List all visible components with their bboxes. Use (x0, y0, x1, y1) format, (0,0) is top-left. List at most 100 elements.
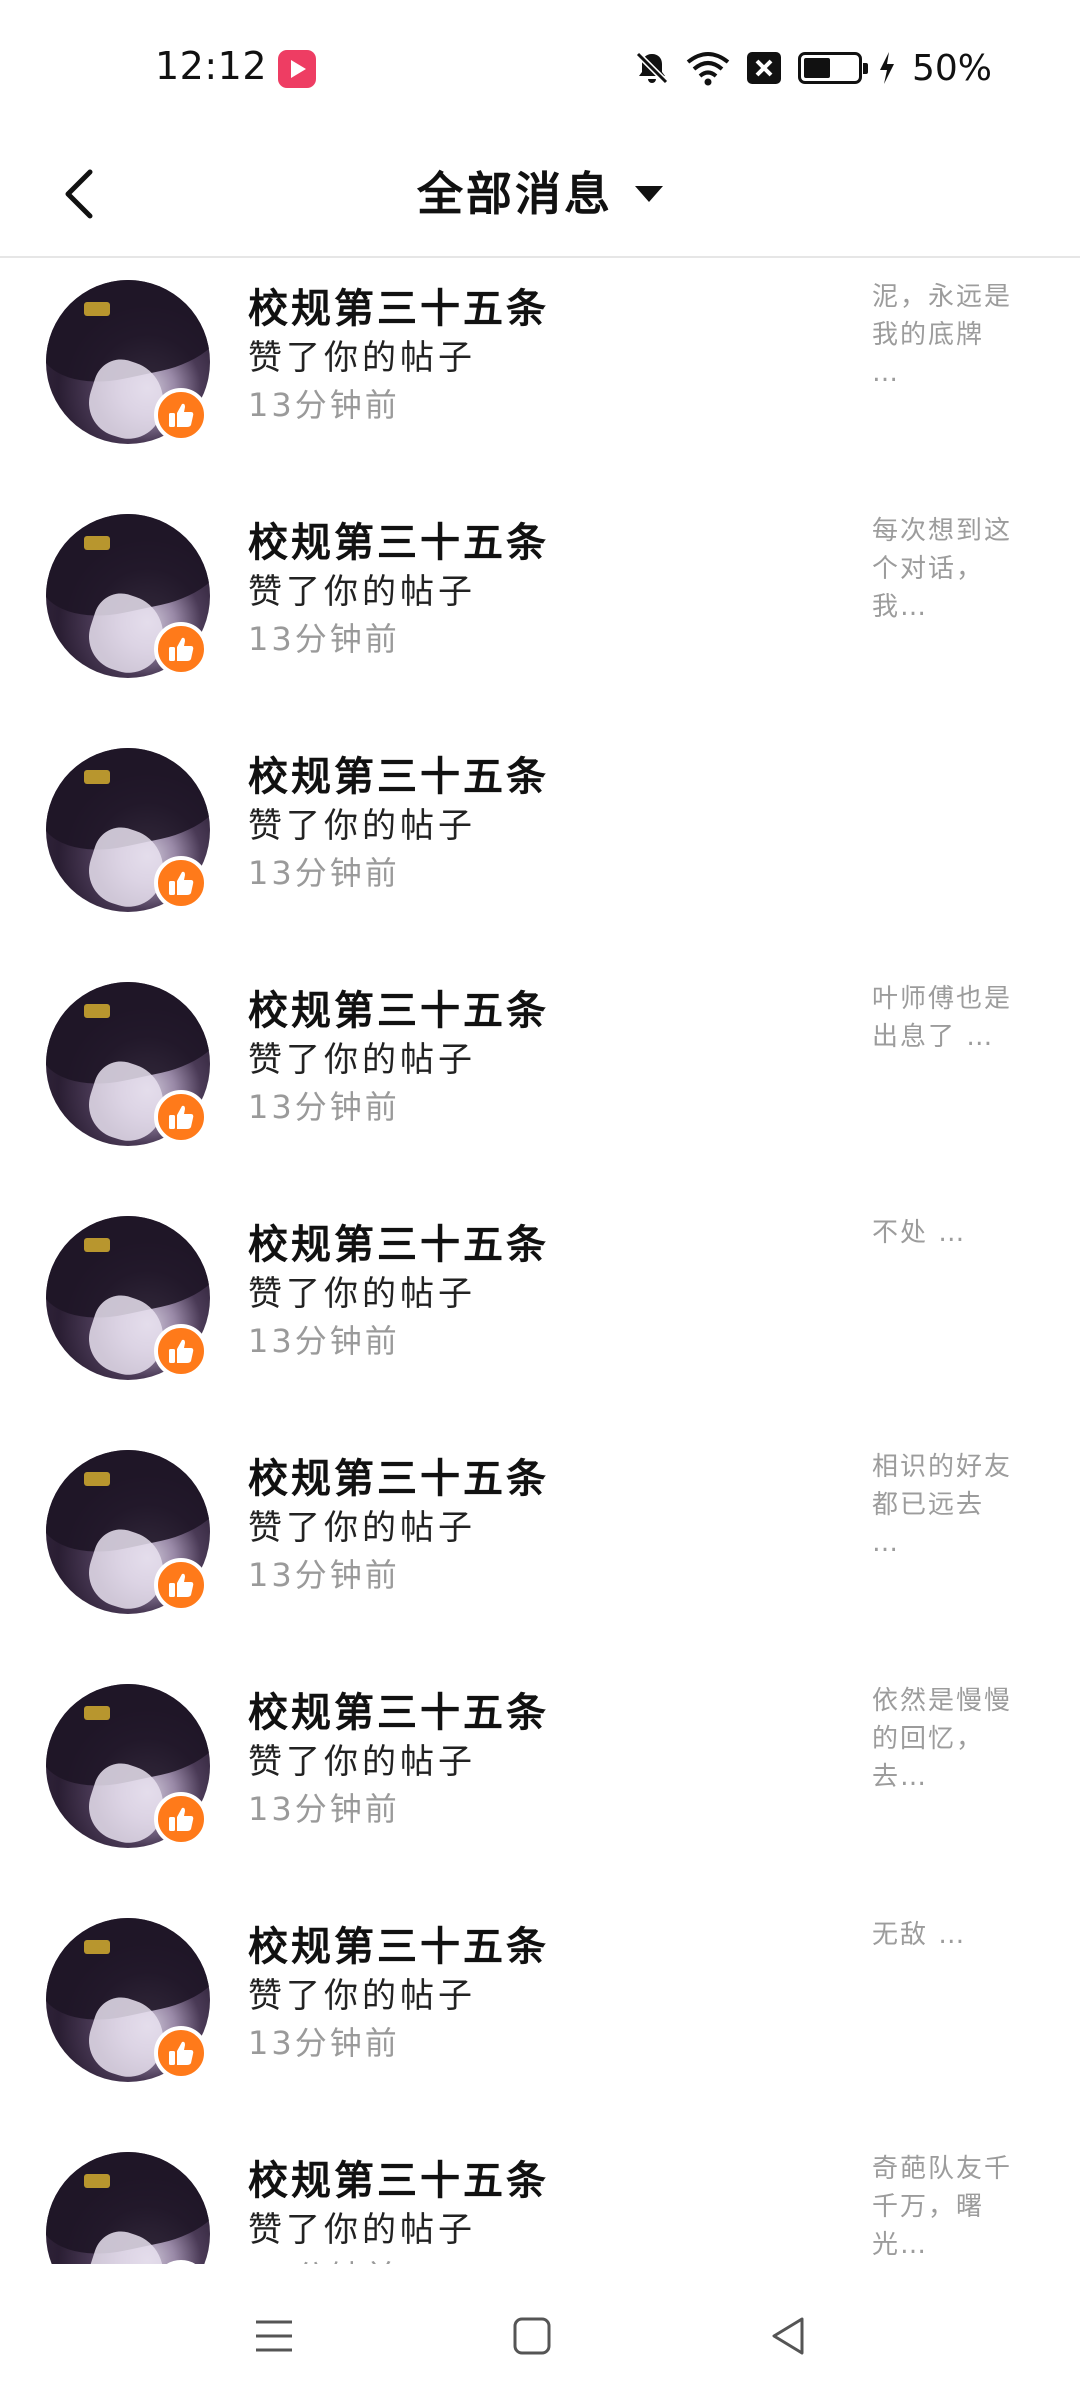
battery-icon (797, 52, 868, 84)
avatar-art (84, 1472, 110, 1486)
home-square-icon (513, 2317, 551, 2355)
avatar-art (84, 302, 110, 316)
thumbs-up-icon (169, 871, 194, 895)
avatar-art (84, 536, 110, 550)
timestamp: 13分钟前 (248, 1790, 400, 1828)
like-badge (154, 622, 208, 676)
status-time: 12:12 (155, 44, 268, 88)
wifi-icon (686, 52, 730, 86)
notification-list[interactable]: 校规第三十五条 赞了你的帖子 13分钟前 泥，永远是我的底牌 … 校规第三十五条… (0, 258, 1080, 2264)
avatar-button[interactable] (46, 1450, 210, 1614)
like-badge (154, 388, 208, 442)
post-preview[interactable]: 叶师傅也是出息了 … (872, 980, 1022, 1056)
screen: 12:12 50% 全部消息 校规第三十五条 赞了你的帖子 13分钟前 泥，永远… (0, 0, 1080, 2400)
thumbs-up-icon (169, 1339, 194, 1363)
like-badge (154, 1792, 208, 1846)
back-triangle-icon (772, 2317, 804, 2355)
action-text: 赞了你的帖子 (248, 1274, 476, 1314)
avatar-art (84, 1940, 110, 1954)
avatar-art (84, 1706, 110, 1720)
notification-item[interactable]: 校规第三十五条 赞了你的帖子 13分钟前 依然是慢慢的回忆，去… (0, 1662, 1080, 1896)
avatar-button[interactable] (46, 1684, 210, 1848)
timestamp: 13分钟前 (248, 1556, 400, 1594)
notification-item[interactable]: 校规第三十五条 赞了你的帖子 13分钟前 叶师傅也是出息了 … (0, 960, 1080, 1194)
post-preview[interactable]: 泥，永远是我的底牌 … (872, 278, 1022, 392)
menu-button[interactable] (234, 2296, 314, 2376)
avatar-button[interactable] (46, 514, 210, 678)
back-nav-button[interactable] (748, 2296, 828, 2376)
notification-item[interactable]: 校规第三十五条 赞了你的帖子 13分钟前 (0, 726, 1080, 960)
action-text: 赞了你的帖子 (248, 806, 476, 846)
avatar-button[interactable] (46, 748, 210, 912)
avatar-button[interactable] (46, 982, 210, 1146)
post-preview[interactable]: 不处 … (872, 1214, 1022, 1252)
like-badge (154, 856, 208, 910)
timestamp: 13分钟前 (248, 386, 400, 424)
video-app-icon (278, 50, 316, 88)
notification-item[interactable]: 校规第三十五条 赞了你的帖子 13分钟前 奇葩队友千千万，曙光… (0, 2130, 1080, 2264)
action-text: 赞了你的帖子 (248, 1976, 476, 2016)
user-name[interactable]: 校规第三十五条 (248, 1446, 549, 1504)
thumbs-up-icon (169, 1807, 194, 1831)
user-name[interactable]: 校规第三十五条 (248, 1212, 549, 1270)
avatar-button[interactable] (46, 1918, 210, 2082)
thumbs-up-icon (169, 2041, 194, 2065)
notification-item[interactable]: 校规第三十五条 赞了你的帖子 13分钟前 无敌 … (0, 1896, 1080, 2130)
charging-icon (879, 52, 894, 84)
avatar-button[interactable] (46, 280, 210, 444)
like-badge (154, 1090, 208, 1144)
timestamp: 13分钟前 (248, 1088, 400, 1126)
user-name[interactable]: 校规第三十五条 (248, 978, 549, 1036)
timestamp: 13分钟前 (248, 2024, 400, 2062)
thumbs-up-icon (169, 637, 194, 661)
notification-item[interactable]: 校规第三十五条 赞了你的帖子 13分钟前 泥，永远是我的底牌 … (0, 258, 1080, 492)
notification-item[interactable]: 校规第三十五条 赞了你的帖子 13分钟前 相识的好友都已远去 … (0, 1428, 1080, 1662)
action-text: 赞了你的帖子 (248, 1742, 476, 1782)
action-text: 赞了你的帖子 (248, 1040, 476, 1080)
user-name[interactable]: 校规第三十五条 (248, 1680, 549, 1738)
like-badge (154, 2026, 208, 2080)
avatar-art (84, 770, 110, 784)
action-text: 赞了你的帖子 (248, 2210, 476, 2250)
caret-down-icon (635, 186, 663, 202)
message-filter-dropdown[interactable]: 全部消息 (0, 158, 1080, 224)
user-name[interactable]: 校规第三十五条 (248, 1914, 549, 1972)
header: 全部消息 (0, 130, 1080, 258)
user-name[interactable]: 校规第三十五条 (248, 2148, 549, 2206)
post-preview[interactable]: 依然是慢慢的回忆，去… (872, 1682, 1022, 1796)
notification-item[interactable]: 校规第三十五条 赞了你的帖子 13分钟前 每次想到这个对话，我… (0, 492, 1080, 726)
action-text: 赞了你的帖子 (248, 338, 476, 378)
avatar-art (84, 1238, 110, 1252)
home-button[interactable] (492, 2296, 572, 2376)
like-badge (154, 1558, 208, 1612)
battery-percent: 50% (911, 47, 992, 89)
x-box-icon (746, 52, 781, 84)
post-preview[interactable]: 相识的好友都已远去 … (872, 1448, 1022, 1562)
post-preview[interactable]: 每次想到这个对话，我… (872, 512, 1022, 626)
timestamp: 13分钟前 (248, 854, 400, 892)
user-name[interactable]: 校规第三十五条 (248, 510, 549, 568)
thumbs-up-icon (169, 403, 194, 427)
avatar-button[interactable] (46, 2152, 210, 2264)
user-name[interactable]: 校规第三十五条 (248, 744, 549, 802)
user-name[interactable]: 校规第三十五条 (248, 276, 549, 334)
action-text: 赞了你的帖子 (248, 572, 476, 612)
system-nav-bar (0, 2266, 1080, 2400)
timestamp: 13分钟前 (248, 2252, 400, 2264)
post-preview[interactable]: 无敌 … (872, 1916, 1022, 1954)
status-icons: 50% (634, 46, 992, 90)
avatar-button[interactable] (46, 1216, 210, 1380)
status-bar: 12:12 50% (0, 0, 1080, 130)
menu-icon (256, 2320, 292, 2352)
notification-item[interactable]: 校规第三十五条 赞了你的帖子 13分钟前 不处 … (0, 1194, 1080, 1428)
mute-icon (635, 51, 669, 85)
action-text: 赞了你的帖子 (248, 1508, 476, 1548)
thumbs-up-icon (169, 1105, 194, 1129)
timestamp: 13分钟前 (248, 1322, 400, 1360)
post-preview[interactable]: 奇葩队友千千万，曙光… (872, 2150, 1022, 2264)
avatar (46, 2152, 210, 2264)
avatar-art (84, 1004, 110, 1018)
like-badge (154, 1324, 208, 1378)
thumbs-up-icon (169, 1573, 194, 1597)
timestamp: 13分钟前 (248, 620, 400, 658)
